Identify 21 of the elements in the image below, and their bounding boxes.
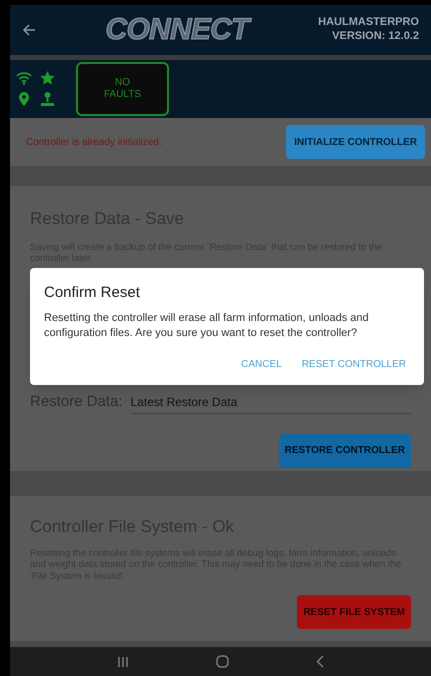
back-icon[interactable] <box>316 655 324 668</box>
dialog-action-button[interactable]: RESET CONTROLLER <box>298 352 410 376</box>
app-logo: CONNECT <box>106 15 249 45</box>
dialog-message: Resetting the controller will erase all farm information, unloads and configuration files. Are you sure you want to reset the controller? <box>44 310 370 341</box>
back-arrow-icon[interactable] <box>22 23 36 37</box>
device-name: HAULMASTERPRO <box>318 16 419 30</box>
recent-apps-icon[interactable] <box>117 656 130 668</box>
status-message: Controller is already initialized. <box>26 136 162 150</box>
dialog-action-button[interactable]: CANCEL <box>237 352 286 376</box>
location-pin-icon <box>16 91 32 107</box>
fault-status-badge: NO FAULTS <box>76 62 169 116</box>
home-icon[interactable] <box>216 655 229 668</box>
version-label: VERSION: 12.0.2 <box>332 30 419 44</box>
initialize-controller-button[interactable]: INITIALIZE CONTROLLER <box>286 125 425 159</box>
dialog-title: Confirm Reset <box>44 283 141 303</box>
restore-controller-button[interactable]: RESTORE CONTROLLER <box>278 434 411 468</box>
person-icon <box>40 91 55 107</box>
restore-data-field[interactable]: Latest Restore Data <box>130 392 411 414</box>
reset-file-system-button[interactable]: RESET FILE SYSTEM <box>297 595 411 630</box>
star-icon <box>40 71 55 85</box>
wifi-icon <box>16 71 32 85</box>
